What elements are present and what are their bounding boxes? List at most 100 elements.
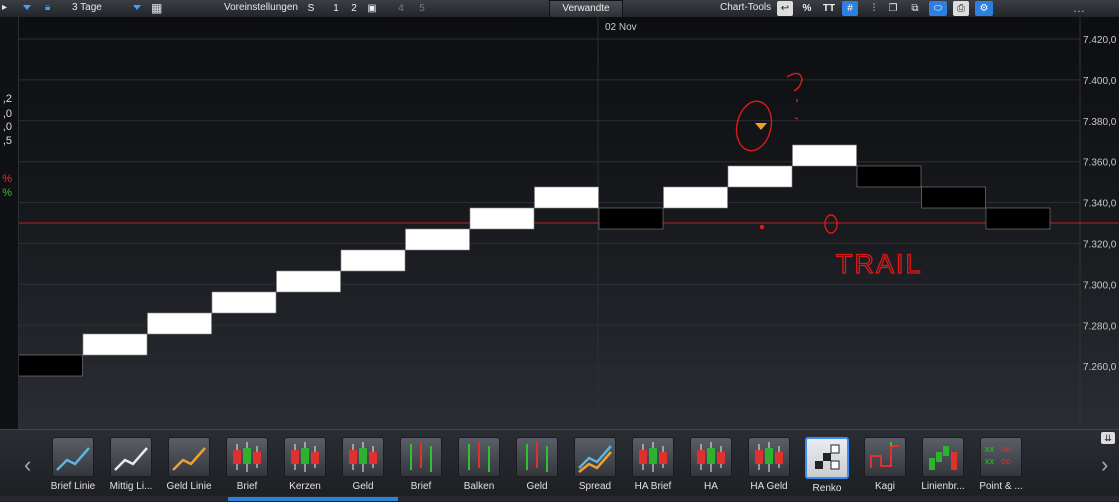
y-axis-tick-label: 7.400,0 bbox=[1083, 76, 1117, 87]
settings-icon[interactable]: ⚙ bbox=[975, 1, 993, 16]
text-tool-button[interactable]: TT bbox=[821, 1, 837, 16]
top-toolbar: ▸ 🔒︎ 3 Tage ▦ Voreinstellungen S 1 2 ▣ 4… bbox=[0, 0, 1119, 18]
chart-type-brief[interactable]: Brief bbox=[393, 437, 449, 497]
expand-down-icon[interactable]: ⇊ bbox=[1101, 432, 1115, 444]
chart-type-linienbr[interactable]: Linienbr... bbox=[915, 437, 971, 497]
chart-type-bar: Brief Linie Mittig Li... Geld Linie Brief Ke… bbox=[0, 429, 1119, 502]
line-break-icon bbox=[922, 437, 964, 477]
tag-icon[interactable]: ⬭ bbox=[929, 1, 947, 16]
chart-type-geld[interactable]: Geld bbox=[335, 437, 391, 497]
toolbar-arrow-icon[interactable]: ▸ bbox=[2, 0, 7, 17]
renko-brick[interactable] bbox=[18, 354, 83, 377]
chart-type-balken[interactable]: Balken bbox=[451, 437, 507, 497]
heikin-ashi-icon bbox=[632, 437, 674, 477]
chart-type-point[interactable]: xx xx oo oo Point & ... bbox=[973, 437, 1029, 497]
y-axis-tick-label: 7.260,0 bbox=[1083, 362, 1117, 373]
renko-brick[interactable] bbox=[921, 186, 986, 209]
candle-tool-icon[interactable]: ⫶ bbox=[867, 1, 881, 16]
preset-5-button[interactable]: 5 bbox=[416, 1, 428, 16]
chart-type-label: Brief Linie bbox=[50, 481, 96, 492]
candlestick-icon bbox=[226, 437, 268, 477]
preset-2-button[interactable]: 2 bbox=[348, 1, 360, 16]
chart-type-label: HA Geld bbox=[750, 481, 788, 492]
ohlc-bar-icon bbox=[400, 437, 442, 477]
calendar-icon[interactable]: ▦ bbox=[151, 0, 162, 17]
preset-1-button[interactable]: 1 bbox=[330, 1, 342, 16]
renko-icon bbox=[805, 437, 849, 479]
chart-type-label: Point & ... bbox=[979, 481, 1023, 492]
chart-type-label: Renko bbox=[812, 483, 842, 494]
svg-text:oo: oo bbox=[1001, 456, 1011, 466]
renko-brick[interactable] bbox=[856, 165, 922, 188]
renko-brick[interactable] bbox=[727, 165, 793, 188]
chart-type-label: Linienbr... bbox=[921, 481, 965, 492]
renko-brick[interactable] bbox=[82, 333, 148, 356]
chart-type-ha-brief[interactable]: HA Brief bbox=[625, 437, 681, 497]
renko-brick[interactable] bbox=[211, 291, 277, 314]
preset-s-button[interactable]: S bbox=[305, 1, 317, 16]
percent-button[interactable]: % bbox=[800, 1, 814, 16]
related-button[interactable]: Verwandte bbox=[549, 0, 623, 18]
chart-type-geld[interactable]: Geld bbox=[509, 437, 565, 497]
renko-brick[interactable] bbox=[469, 207, 535, 230]
layers-icon[interactable]: ❐ bbox=[886, 1, 900, 16]
chart-type-label: Balken bbox=[463, 481, 495, 492]
y-axis-tick-label: 7.420,0 bbox=[1083, 35, 1117, 46]
instrument-dropdown[interactable] bbox=[23, 0, 31, 17]
ohlc-bar-icon bbox=[458, 437, 500, 477]
renko-chart[interactable]: 7.420,0 7.400,0 7.380,0 7.360,0 7.340,0 7.320… bbox=[0, 17, 1119, 429]
renko-brick[interactable] bbox=[534, 186, 599, 209]
renko-brick[interactable] bbox=[405, 228, 470, 251]
renko-brick[interactable] bbox=[147, 312, 212, 335]
chart-type-renko[interactable]: Renko bbox=[799, 437, 855, 497]
chart-type-ha-geld[interactable]: HA Geld bbox=[741, 437, 797, 497]
chart-type-geld-linie[interactable]: Geld Linie bbox=[161, 437, 217, 497]
kagi-icon bbox=[864, 437, 906, 477]
chevron-right-icon[interactable]: › bbox=[1101, 452, 1108, 478]
renko-brick[interactable] bbox=[792, 144, 857, 167]
scroll-indicator[interactable] bbox=[0, 496, 1119, 501]
chart-type-label: Kerzen bbox=[289, 481, 321, 492]
chart-type-spread[interactable]: Spread bbox=[567, 437, 623, 497]
line-chart-icon bbox=[110, 437, 152, 477]
chart-type-kagi[interactable]: Kagi bbox=[857, 437, 913, 497]
chart-type-brief[interactable]: Brief bbox=[219, 437, 275, 497]
order-marker-icon[interactable] bbox=[755, 123, 767, 130]
svg-text:xx: xx bbox=[985, 456, 995, 466]
renko-brick[interactable] bbox=[598, 207, 664, 230]
chevron-left-icon[interactable]: ‹ bbox=[24, 452, 31, 478]
renko-brick[interactable] bbox=[985, 207, 1051, 230]
period-label: 3 Tage bbox=[72, 2, 102, 13]
chart-type-brief-linie[interactable]: Brief Linie bbox=[45, 437, 101, 497]
link-icon[interactable]: ⧉ bbox=[908, 1, 922, 16]
spread-chart-icon bbox=[574, 437, 616, 477]
period-dropdown[interactable]: 3 Tage bbox=[72, 0, 102, 17]
chart-type-label: HA bbox=[704, 481, 718, 492]
left-value: ,2 bbox=[2, 93, 12, 105]
svg-text:oo: oo bbox=[1001, 444, 1011, 454]
print-icon[interactable]: ⎙ bbox=[953, 1, 969, 16]
renko-brick[interactable] bbox=[276, 270, 341, 293]
date-label: 02 Nov bbox=[605, 22, 637, 33]
chart-type-mittig-li[interactable]: Mittig Li... bbox=[103, 437, 159, 497]
y-axis-tick-label: 7.320,0 bbox=[1083, 240, 1117, 251]
undo-icon[interactable]: ↩ bbox=[777, 1, 793, 16]
chart-type-ha[interactable]: HA bbox=[683, 437, 739, 497]
renko-brick[interactable] bbox=[663, 186, 728, 209]
renko-brick[interactable] bbox=[340, 249, 406, 272]
more-options-icon[interactable]: … bbox=[1073, 0, 1085, 17]
left-values-strip: ,2 ,0 ,0 ,5 % % bbox=[0, 17, 19, 429]
grid-icon[interactable]: # bbox=[842, 1, 858, 16]
preset-4-button[interactable]: 4 bbox=[395, 1, 407, 16]
y-axis-tick-label: 7.360,0 bbox=[1083, 158, 1117, 169]
chart-type-label: Geld Linie bbox=[166, 481, 212, 492]
chart-type-label: Mittig Li... bbox=[109, 481, 153, 492]
chart-type-label: Brief bbox=[410, 481, 432, 492]
heikin-ashi-icon bbox=[690, 437, 732, 477]
save-preset-icon[interactable]: ▣ bbox=[366, 1, 378, 16]
annotation-text: TRAIL bbox=[836, 249, 923, 279]
chart-type-label: Spread bbox=[578, 481, 612, 492]
chart-type-kerzen[interactable]: Kerzen bbox=[277, 437, 333, 497]
period-dropdown-arrow[interactable] bbox=[133, 0, 141, 17]
lock-icon[interactable]: 🔒︎ bbox=[45, 0, 50, 17]
